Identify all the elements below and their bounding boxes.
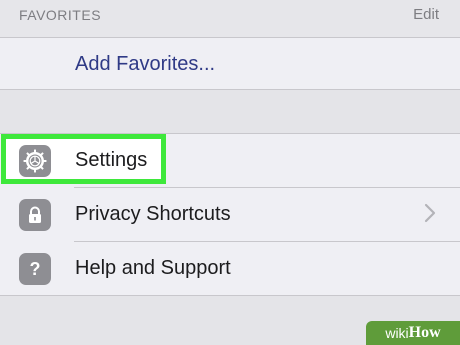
settings-highlight-box [1, 134, 166, 184]
menu-item-label: Privacy Shortcuts [75, 203, 231, 225]
watermark-suffix: How [408, 324, 441, 341]
add-favorites-row[interactable]: Add Favorites... [0, 38, 460, 89]
section-title: FAVORITES [19, 7, 102, 23]
menu-item-label: Help and Support [75, 257, 231, 279]
wikihow-watermark: wiki How [366, 321, 460, 345]
watermark-prefix: wiki [385, 325, 409, 341]
menu-item-privacy-shortcuts[interactable]: Privacy Shortcuts [0, 188, 460, 241]
svg-text:?: ? [30, 259, 41, 279]
add-favorites-link[interactable]: Add Favorites... [75, 53, 215, 76]
lock-icon [19, 199, 51, 231]
favorites-section-header: FAVORITES Edit [0, 0, 460, 37]
edit-button[interactable]: Edit [413, 6, 439, 23]
question-icon: ? [19, 253, 51, 285]
section-spacer [0, 90, 460, 133]
chevron-right-icon [424, 203, 436, 229]
menu-item-help-and-support[interactable]: ? Help and Support [0, 242, 460, 295]
